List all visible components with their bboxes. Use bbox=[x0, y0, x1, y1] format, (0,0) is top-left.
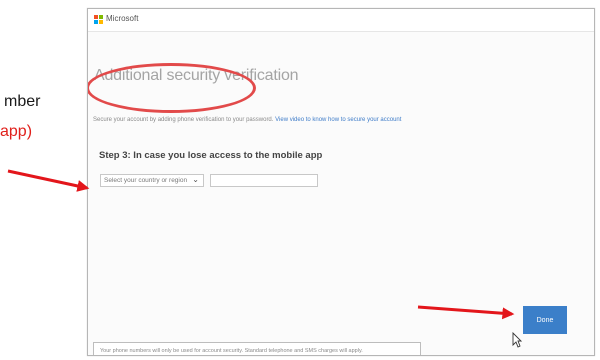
microsoft-logo-icon bbox=[94, 15, 103, 24]
footer-note: Your phone numbers will only be used for… bbox=[93, 342, 421, 355]
description-body: Secure your account by adding phone veri… bbox=[93, 117, 274, 123]
title-highlight-ellipse bbox=[88, 63, 256, 113]
side-caption-line2: app) bbox=[0, 123, 33, 140]
verification-window: Microsoft Additional security verificati… bbox=[87, 8, 595, 356]
mouse-cursor-icon bbox=[512, 332, 522, 348]
done-button[interactable]: Done bbox=[523, 306, 567, 334]
arrow-to-country-select bbox=[7, 169, 90, 192]
country-select[interactable]: Select your country or region ⌄ bbox=[100, 174, 204, 187]
brand-name: Microsoft bbox=[106, 14, 139, 23]
header-bar: Microsoft bbox=[88, 9, 594, 32]
step-heading: Step 3: In case you lose access to the m… bbox=[99, 150, 323, 161]
side-caption-line1: mber bbox=[4, 93, 41, 110]
description-text: Secure your account by adding phone veri… bbox=[93, 117, 401, 123]
country-select-value: Select your country or region bbox=[104, 177, 188, 184]
phone-number-input[interactable] bbox=[210, 174, 318, 187]
chevron-down-icon: ⌄ bbox=[192, 175, 199, 184]
video-help-link[interactable]: View video to know how to secure your ac… bbox=[275, 117, 401, 123]
